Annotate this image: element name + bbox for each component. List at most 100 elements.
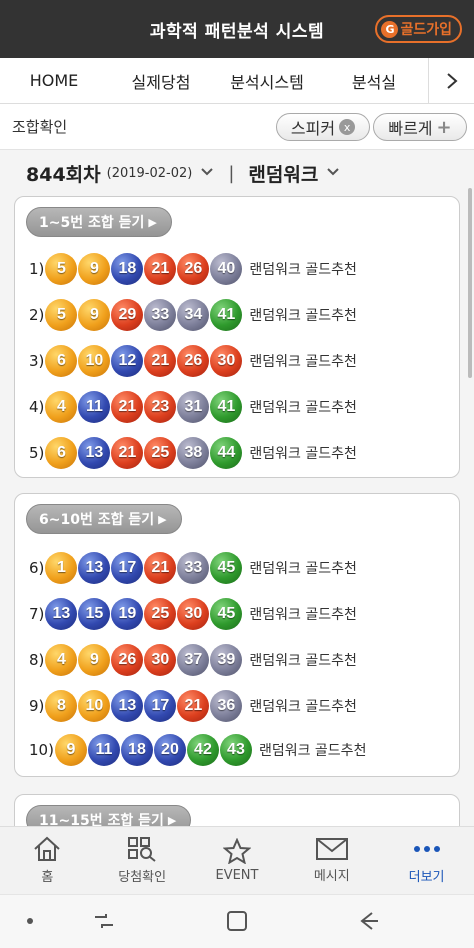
- star-icon: [222, 838, 251, 864]
- tab-real-win[interactable]: 실제당첨: [118, 69, 204, 93]
- chevron-down-icon[interactable]: [200, 166, 214, 180]
- round-date[interactable]: (2019-02-02): [107, 166, 193, 181]
- combination-row[interactable]: 3) 6 10 12 21 26 30 랜덤워크 골드추천: [29, 344, 357, 378]
- lotto-ball: 6: [45, 345, 78, 377]
- bottom-nav-label: 메시지: [313, 869, 350, 884]
- speaker-button[interactable]: 스피커 x: [276, 113, 370, 141]
- lotto-ball: 44: [210, 437, 243, 469]
- lotto-ball: 33: [177, 552, 210, 584]
- separator: |: [228, 162, 235, 184]
- lotto-ball: 39: [210, 644, 243, 676]
- app-title: 과학적 패턴분석 시스템: [149, 21, 325, 42]
- lotto-ball: 33: [144, 299, 177, 331]
- combination-row[interactable]: 1) 5 9 18 21 26 40 랜덤워크 골드추천: [29, 252, 357, 286]
- bottom-nav-label: 더보기: [408, 870, 445, 885]
- row-index: 4): [29, 398, 45, 416]
- lotto-ball: 31: [177, 391, 210, 423]
- row-description: 랜덤워크 골드추천: [249, 699, 357, 715]
- combination-row[interactable]: 4) 4 11 21 23 31 41 랜덤워크 골드추천: [29, 390, 357, 424]
- combination-row[interactable]: 6) 1 13 17 21 33 45 랜덤워크 골드추천: [29, 551, 357, 585]
- combination-row[interactable]: 8) 4 9 26 30 37 39 랜덤워크 골드추천: [29, 643, 357, 677]
- row-index: 6): [29, 559, 45, 577]
- lotto-ball: 6: [45, 437, 78, 469]
- bottom-nav-home[interactable]: 홈: [0, 827, 95, 894]
- lotto-ball: 9: [78, 299, 111, 331]
- lotto-ball: 12: [111, 345, 144, 377]
- chevron-right-icon[interactable]: [428, 58, 474, 104]
- dot-indicator-icon: [27, 918, 33, 924]
- combination-check-label: 조합확인: [12, 118, 68, 136]
- tab-analysis-room[interactable]: 분석실: [338, 69, 410, 93]
- row-description: 랜덤워크 골드추천: [249, 354, 357, 370]
- mail-icon: [315, 838, 348, 860]
- row-index: 3): [29, 352, 45, 370]
- lotto-ball: 30: [144, 644, 177, 676]
- lotto-ball: 1: [45, 552, 78, 584]
- row-index: 9): [29, 697, 45, 715]
- home-button-icon[interactable]: [225, 909, 249, 933]
- lotto-ball: 4: [45, 391, 78, 423]
- method-select[interactable]: 랜덤워크: [248, 160, 318, 187]
- lotto-ball: 10: [78, 345, 111, 377]
- row-description: 랜덤워크 골드추천: [249, 561, 357, 577]
- lotto-ball: 21: [144, 253, 177, 285]
- plus-icon: +: [436, 116, 452, 138]
- lotto-ball: 18: [111, 253, 144, 285]
- combination-group-card: 6∼10번 조합 듣기 ▶ 6) 1 13 17 21 33 45 랜덤워크 골드추천 7) 1…: [14, 493, 460, 777]
- lotto-ball: 41: [210, 391, 243, 423]
- combination-row[interactable]: 9) 8 10 13 17 21 36 랜덤워크 골드추천: [29, 689, 357, 723]
- group-title: 6∼10번 조합 듣기: [39, 512, 155, 528]
- lotto-ball: 5: [45, 253, 78, 285]
- lotto-ball: 23: [144, 391, 177, 423]
- tab-home[interactable]: HOME: [14, 71, 94, 90]
- recent-apps-icon[interactable]: [92, 909, 116, 933]
- lotto-ball: 15: [78, 598, 111, 630]
- play-icon: ▶: [167, 813, 177, 827]
- row-index: 1): [29, 260, 45, 278]
- listen-group-button[interactable]: 1∼5번 조합 듣기 ▶: [26, 207, 172, 237]
- scrollbar[interactable]: [468, 188, 472, 378]
- row-index: 5): [29, 444, 45, 462]
- chevron-down-icon[interactable]: [326, 166, 340, 180]
- fast-button[interactable]: 빠르게 +: [373, 113, 467, 141]
- back-icon[interactable]: [356, 909, 380, 933]
- bottom-nav: 홈 당첨확인 EVENT 메시지 더보기: [0, 826, 474, 894]
- lotto-ball: 13: [111, 690, 144, 722]
- row-description: 랜덤워크 골드추천: [249, 400, 357, 416]
- lotto-ball: 4: [45, 644, 78, 676]
- lotto-ball: 11: [78, 391, 111, 423]
- round-number[interactable]: 844회차: [26, 160, 101, 187]
- bottom-nav-event[interactable]: EVENT: [190, 827, 285, 894]
- row-description: 랜덤워크 골드추천: [258, 743, 367, 759]
- lotto-ball: 34: [177, 299, 210, 331]
- combination-row[interactable]: 5) 6 13 21 25 38 44 랜덤워크 골드추천: [29, 436, 357, 470]
- round-selector: 844회차 (2019-02-02) | 랜덤워크: [26, 158, 340, 188]
- play-icon: ▶: [158, 512, 167, 526]
- lotto-ball: 26: [111, 644, 144, 676]
- row-index: 10): [29, 741, 54, 759]
- bottom-nav-message[interactable]: 메시지: [284, 827, 379, 894]
- bottom-nav-label: EVENT: [215, 868, 259, 883]
- combination-row[interactable]: 7) 13 15 19 25 30 45 랜덤워크 골드추천: [29, 597, 357, 631]
- gold-join-button[interactable]: G 골드가입: [375, 15, 462, 43]
- combination-row[interactable]: 2) 5 9 29 33 34 41 랜덤워크 골드추천: [29, 298, 357, 332]
- lotto-ball: 13: [78, 552, 111, 584]
- lotto-ball: 45: [210, 552, 243, 584]
- listen-group-button[interactable]: 6∼10번 조합 듣기 ▶: [26, 504, 182, 534]
- row-description: 랜덤워크 골드추천: [249, 446, 357, 462]
- lotto-ball: 21: [144, 552, 177, 584]
- bottom-nav-win-check[interactable]: 당첨확인: [95, 827, 190, 894]
- lotto-ball: 5: [45, 299, 78, 331]
- home-icon: [34, 836, 61, 861]
- main-nav: HOME 실제당첨 분석시스템 분석실: [0, 58, 474, 104]
- app-header: 과학적 패턴분석 시스템 G 골드가입: [0, 0, 474, 58]
- row-description: 랜덤워크 골드추천: [249, 262, 357, 278]
- lotto-ball: 11: [87, 734, 120, 766]
- combination-row[interactable]: 10) 9 11 18 20 42 43 랜덤워크 골드추천: [29, 733, 366, 767]
- bottom-nav-more[interactable]: 더보기: [379, 827, 474, 894]
- tab-analysis-system[interactable]: 분석시스템: [214, 69, 320, 93]
- lotto-ball: 13: [78, 437, 111, 469]
- lotto-ball: 38: [177, 437, 210, 469]
- lotto-ball: 17: [144, 690, 177, 722]
- lotto-ball: 13: [45, 598, 78, 630]
